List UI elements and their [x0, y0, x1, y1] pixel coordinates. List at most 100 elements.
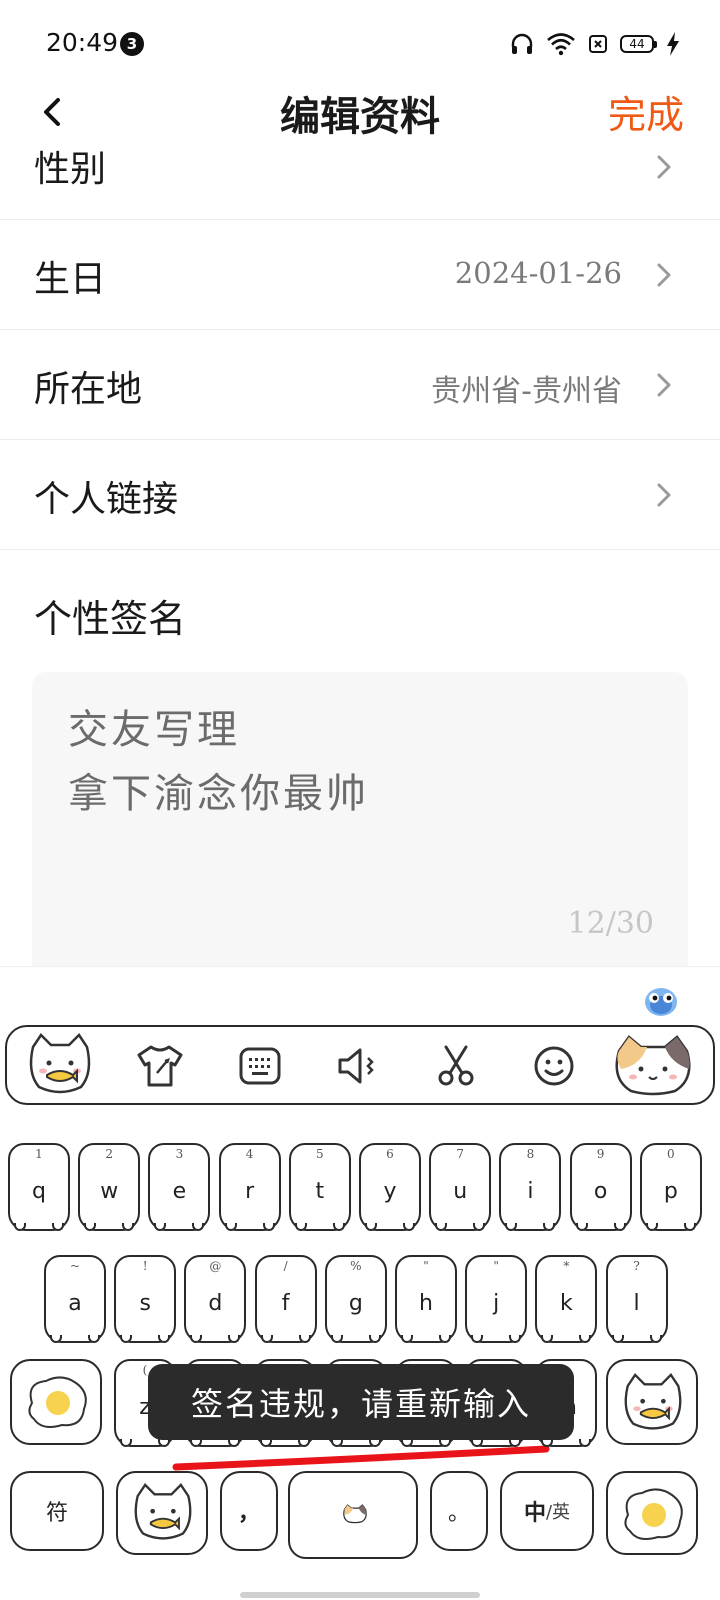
- key-label: d: [208, 1291, 223, 1316]
- key-hint: 8: [526, 1147, 535, 1161]
- key-w[interactable]: 2w: [78, 1143, 141, 1231]
- calico-cat-sticker-icon[interactable]: [611, 1031, 695, 1101]
- key-label: j: [493, 1291, 500, 1316]
- key-foot-decoration: [224, 1223, 237, 1231]
- scissors-icon[interactable]: [429, 1039, 483, 1093]
- key-f[interactable]: / f: [254, 1255, 317, 1343]
- key-hint: 3: [175, 1147, 184, 1161]
- key-foot-decoration: [368, 1439, 381, 1447]
- location-label: 所在地: [34, 369, 143, 410]
- battery-icon: 44: [620, 35, 657, 53]
- key-foot-decoration: [154, 1223, 167, 1231]
- location-row[interactable]: 所在地 贵州省-贵州省: [0, 330, 720, 440]
- key-j[interactable]: " j: [465, 1255, 528, 1343]
- key-label: f: [281, 1291, 290, 1316]
- key-hint: 0: [666, 1147, 675, 1161]
- key-hint: /: [283, 1259, 288, 1273]
- chevron-right-icon: [657, 373, 671, 397]
- emoji-sticker-key[interactable]: [116, 1471, 208, 1555]
- key-y[interactable]: 6y: [359, 1143, 421, 1231]
- key-label: s: [139, 1291, 151, 1316]
- chevron-right-icon: [657, 483, 671, 507]
- key-foot-decoration: [84, 1223, 97, 1231]
- key-foot-decoration: [158, 1335, 171, 1343]
- key-hint: 4: [245, 1147, 254, 1161]
- shift-key[interactable]: [10, 1359, 102, 1445]
- keyboard-assistant-icon[interactable]: [642, 981, 680, 1019]
- app-header: 编辑资料 完成: [0, 80, 720, 144]
- symbols-key-label: 符: [45, 1501, 68, 1526]
- location-value: 贵州省-贵州省: [431, 374, 622, 409]
- key-u[interactable]: 7u: [429, 1143, 492, 1231]
- comma-key[interactable]: ，: [220, 1471, 278, 1551]
- cat-fish-sticker-icon[interactable]: [25, 1031, 95, 1101]
- key-d[interactable]: @ d: [184, 1255, 247, 1343]
- cat-fish-sticker-icon: [134, 1483, 192, 1540]
- key-i[interactable]: 8i: [499, 1143, 562, 1231]
- key-t[interactable]: 5t: [288, 1143, 351, 1231]
- key-foot-decoration: [332, 1223, 345, 1231]
- key-foot-decoration: [471, 1335, 484, 1343]
- symbols-key[interactable]: 符: [10, 1471, 104, 1551]
- period-key-label: 。: [447, 1501, 470, 1526]
- key-foot-decoration: [613, 1223, 626, 1231]
- key-foot-decoration: [365, 1223, 377, 1231]
- personal-link-label: 个人链接: [34, 479, 179, 520]
- signature-textarea[interactable]: 交友写理 拿下渝念你最帅 12/30: [32, 672, 688, 968]
- key-g[interactable]: % g: [324, 1255, 387, 1343]
- key-hint: 7: [456, 1147, 464, 1161]
- key-foot-decoration: [509, 1439, 521, 1447]
- emoji-icon[interactable]: [527, 1039, 581, 1093]
- key-k[interactable]: * k: [535, 1255, 598, 1343]
- key-hint: @: [209, 1259, 222, 1273]
- key-e[interactable]: 3e: [148, 1143, 211, 1231]
- key-label: e: [172, 1179, 187, 1204]
- key-label: h: [419, 1291, 433, 1316]
- lang-cn-label: 中: [523, 1501, 546, 1526]
- comma-key-label: ，: [237, 1501, 260, 1526]
- period-key[interactable]: 。: [430, 1471, 488, 1551]
- key-foot-decoration: [401, 1335, 413, 1343]
- key-hint: %: [350, 1259, 362, 1273]
- space-key[interactable]: [288, 1471, 418, 1559]
- key-r[interactable]: 4r: [218, 1143, 281, 1231]
- delete-key[interactable]: [606, 1359, 698, 1445]
- language-switch-key[interactable]: 中/英: [500, 1471, 594, 1551]
- gender-row[interactable]: 性别: [0, 146, 720, 220]
- birthday-row[interactable]: 生日 2024-01-26: [0, 220, 720, 330]
- skin-theme-icon[interactable]: [133, 1039, 187, 1093]
- birthday-label: 生日: [34, 259, 107, 300]
- key-l[interactable]: ? l: [605, 1255, 668, 1343]
- done-button[interactable]: 完成: [608, 84, 684, 139]
- fried-egg-icon: [624, 1488, 683, 1540]
- key-foot-decoration: [50, 1335, 62, 1343]
- cat-fish-sticker-icon: [624, 1373, 682, 1430]
- key-p[interactable]: 0p: [639, 1143, 702, 1231]
- key-q[interactable]: 1q: [8, 1143, 70, 1231]
- key-foot-decoration: [158, 1439, 170, 1447]
- enter-key[interactable]: [606, 1471, 698, 1555]
- key-s[interactable]: ! s: [114, 1255, 177, 1343]
- key-o[interactable]: 9o: [569, 1143, 632, 1231]
- key-foot-decoration: [541, 1335, 554, 1343]
- home-indicator[interactable]: [240, 1592, 480, 1598]
- personal-link-row[interactable]: 个人链接: [0, 440, 720, 550]
- key-foot-decoration: [298, 1439, 311, 1447]
- fried-egg-icon: [28, 1376, 87, 1428]
- key-label: a: [68, 1291, 82, 1316]
- key-a[interactable]: ~ a: [44, 1255, 106, 1343]
- gender-label: 性别: [34, 149, 107, 190]
- chevron-right-icon: [657, 155, 671, 179]
- key-foot-decoration: [330, 1439, 343, 1447]
- key-foot-decoration: [579, 1439, 592, 1447]
- voice-icon[interactable]: [331, 1039, 385, 1093]
- key-foot-decoration: [579, 1335, 592, 1343]
- key-foot-decoration: [683, 1223, 696, 1231]
- keyboard-icon[interactable]: [233, 1039, 287, 1093]
- key-label: l: [633, 1291, 640, 1316]
- sim-card-icon: [589, 35, 607, 53]
- key-foot-decoration: [435, 1223, 448, 1231]
- key-foot-decoration: [543, 1223, 556, 1231]
- key-hint: *: [563, 1259, 570, 1273]
- key-h[interactable]: " h: [395, 1255, 457, 1343]
